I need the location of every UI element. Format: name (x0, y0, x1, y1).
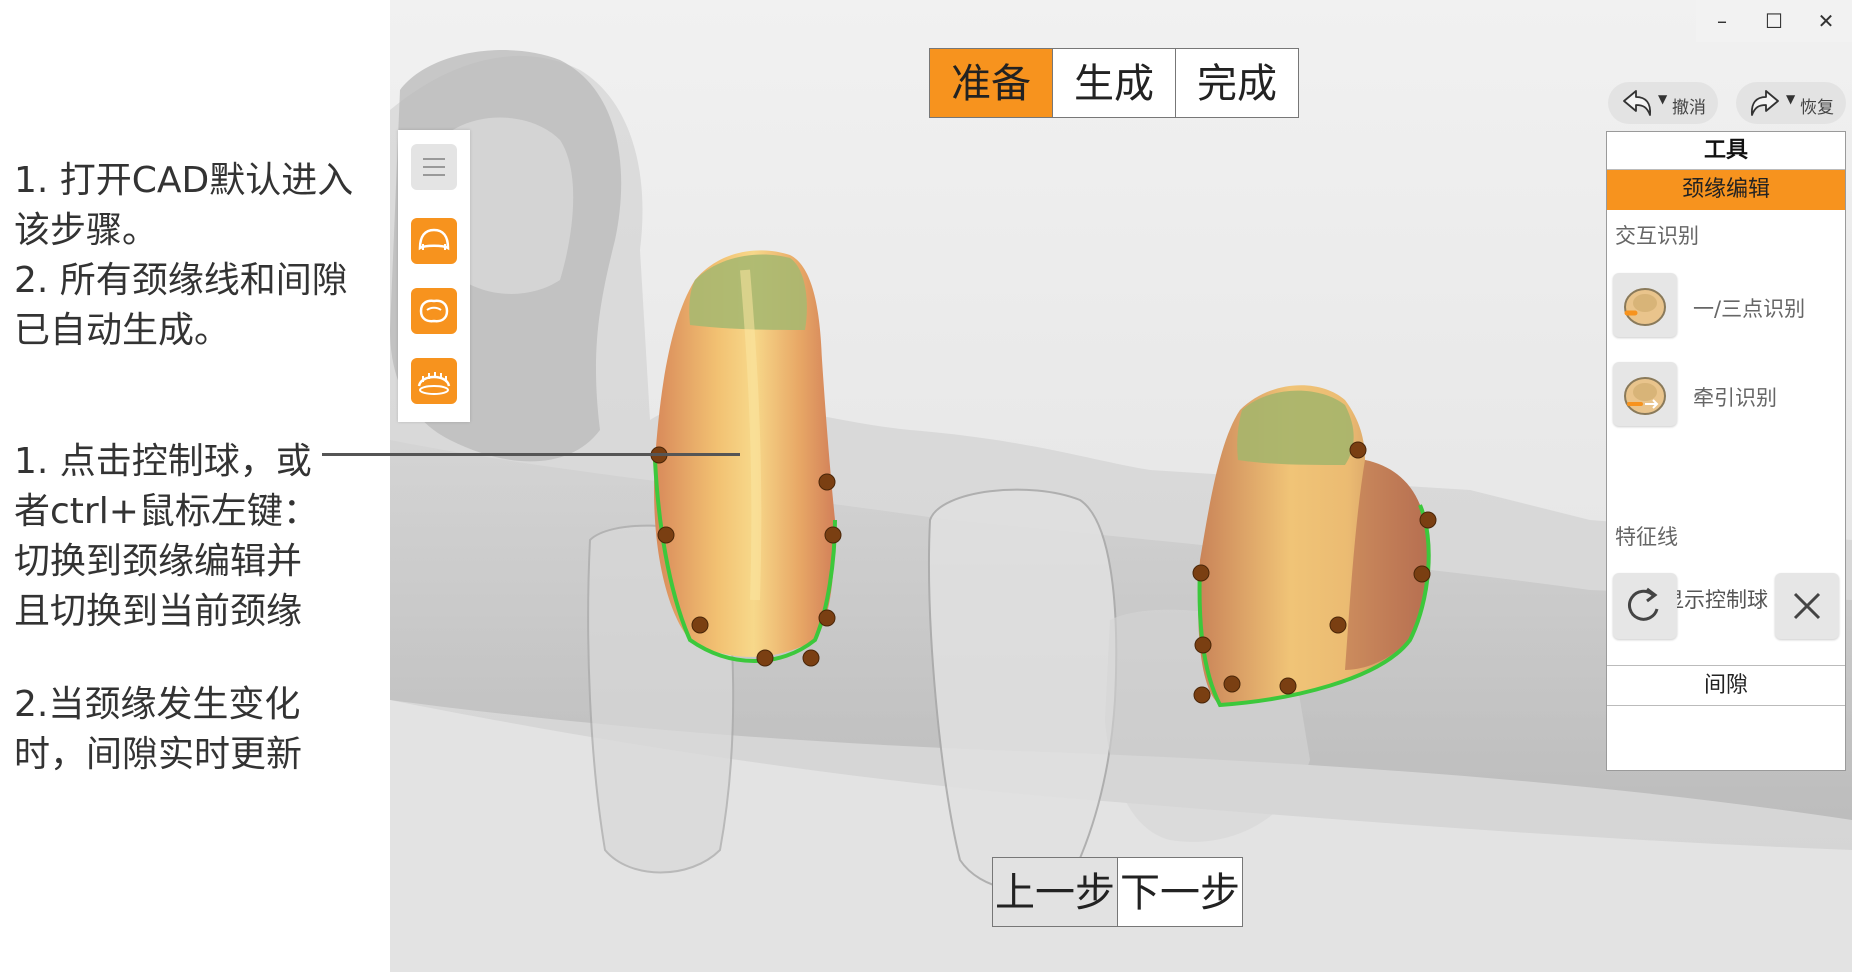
occlusal-view-icon[interactable] (411, 288, 457, 334)
control-ball (818, 473, 836, 491)
control-ball (1349, 441, 1367, 459)
control-ball (1193, 686, 1211, 704)
one-three-point-detect-label: 一/三点识别 (1693, 297, 1806, 321)
window-controls: – ☐ ✕ (1696, 0, 1852, 42)
tab-finish[interactable]: 完成 (1175, 48, 1299, 118)
annotation-line: 已自动生成。 (14, 310, 231, 351)
middle-tooth-shell (928, 488, 1118, 892)
step-tabs: 准备 生成 完成 (929, 48, 1299, 118)
traction-detect-button[interactable]: 牵引识别 (1613, 362, 1841, 428)
annotation-line: 该步骤。 (14, 210, 159, 251)
margin-edit-section[interactable]: 颈缘编辑 (1607, 170, 1845, 210)
jaw-scan-icon[interactable] (411, 358, 457, 404)
tab-generate[interactable]: 生成 (1052, 48, 1176, 118)
annotation-block-preparation: 1. 打开CAD默认进入 该步骤。 2. 所有颈缘线和间隙 已自动生成。 (14, 156, 353, 356)
chevron-down-icon: ▼ (1786, 92, 1796, 106)
control-ball (1413, 565, 1431, 583)
show-control-ball-label: 显示控制球 (1663, 588, 1768, 612)
annotation-line: 且切换到当前颈缘 (14, 591, 303, 632)
hamburger-menu-icon[interactable] (411, 144, 457, 190)
traction-detect-icon (1613, 362, 1677, 426)
traction-detect-label: 牵引识别 (1693, 386, 1777, 410)
annotation-line: 1. 打开CAD默认进入 (14, 160, 354, 201)
minimize-icon[interactable]: – (1696, 0, 1748, 42)
gap-section[interactable]: 间隙 (1607, 665, 1845, 706)
control-ball (802, 649, 820, 667)
control-ball (691, 616, 709, 634)
redo-label: 恢复 (1800, 98, 1834, 118)
redo-button[interactable]: ▼ 恢复 (1736, 82, 1846, 124)
panel-title: 工具 (1607, 132, 1845, 170)
feature-line-label: 特征线 (1615, 525, 1678, 549)
annotation-line: 2.当颈缘发生变化 (14, 684, 301, 725)
close-icon[interactable]: ✕ (1800, 0, 1852, 42)
delete-feature-line-button[interactable] (1775, 573, 1839, 639)
annotation-line: 切换到颈缘编辑并 (14, 541, 303, 582)
chevron-down-icon: ▼ (1658, 92, 1668, 106)
undo-arrow-icon (1623, 90, 1651, 116)
crown-arch-icon[interactable] (411, 218, 457, 264)
left-toolbar (398, 130, 470, 422)
interactive-detect-label: 交互识别 (1615, 224, 1699, 248)
bottom-nav: 上一步 下一步 (992, 857, 1243, 927)
control-ball (1419, 511, 1437, 529)
annotation-line: 2. 所有颈缘线和间隙 (14, 260, 348, 301)
control-ball (824, 526, 842, 544)
maximize-icon[interactable]: ☐ (1748, 0, 1800, 42)
prev-step-button[interactable]: 上一步 (992, 857, 1118, 927)
control-ball (818, 609, 836, 627)
control-ball (1329, 616, 1347, 634)
control-ball (657, 526, 675, 544)
annotation-block-control-ball: 1. 点击控制球，或 者ctrl+鼠标左键： 切换到颈缘编辑并 且切换到当前颈缘 (14, 437, 319, 637)
control-ball (1223, 675, 1241, 693)
control-ball (1192, 564, 1210, 582)
tab-prepare[interactable]: 准备 (929, 48, 1053, 118)
annotation-line: 1. 点击控制球，或 (14, 441, 312, 482)
tools-panel: 工具 颈缘编辑 交互识别 一/三点识别 牵引识别 显示控制球 特征线 间隙 (1606, 131, 1846, 771)
control-ball (756, 649, 774, 667)
control-ball (1194, 636, 1212, 654)
one-three-point-detect-button[interactable]: 一/三点识别 (1613, 273, 1841, 339)
one-three-point-detect-icon (1613, 273, 1677, 337)
undo-label: 撤消 (1672, 98, 1706, 118)
rotate-icon (1628, 587, 1659, 621)
redo-arrow-icon (1751, 90, 1779, 116)
close-icon (1793, 592, 1821, 620)
redo-detect-button[interactable] (1613, 573, 1677, 639)
callout-line (322, 453, 740, 456)
control-ball (1279, 677, 1297, 695)
annotation-block-gap-update: 2.当颈缘发生变化 时，间隙实时更新 (14, 680, 302, 780)
next-step-button[interactable]: 下一步 (1117, 857, 1243, 927)
undo-button[interactable]: ▼ 撤消 (1608, 82, 1718, 124)
annotation-line: 时，间隙实时更新 (14, 734, 303, 775)
prepared-tooth-right[interactable] (1197, 385, 1431, 708)
annotation-line: 者ctrl+鼠标左键： (14, 491, 319, 532)
